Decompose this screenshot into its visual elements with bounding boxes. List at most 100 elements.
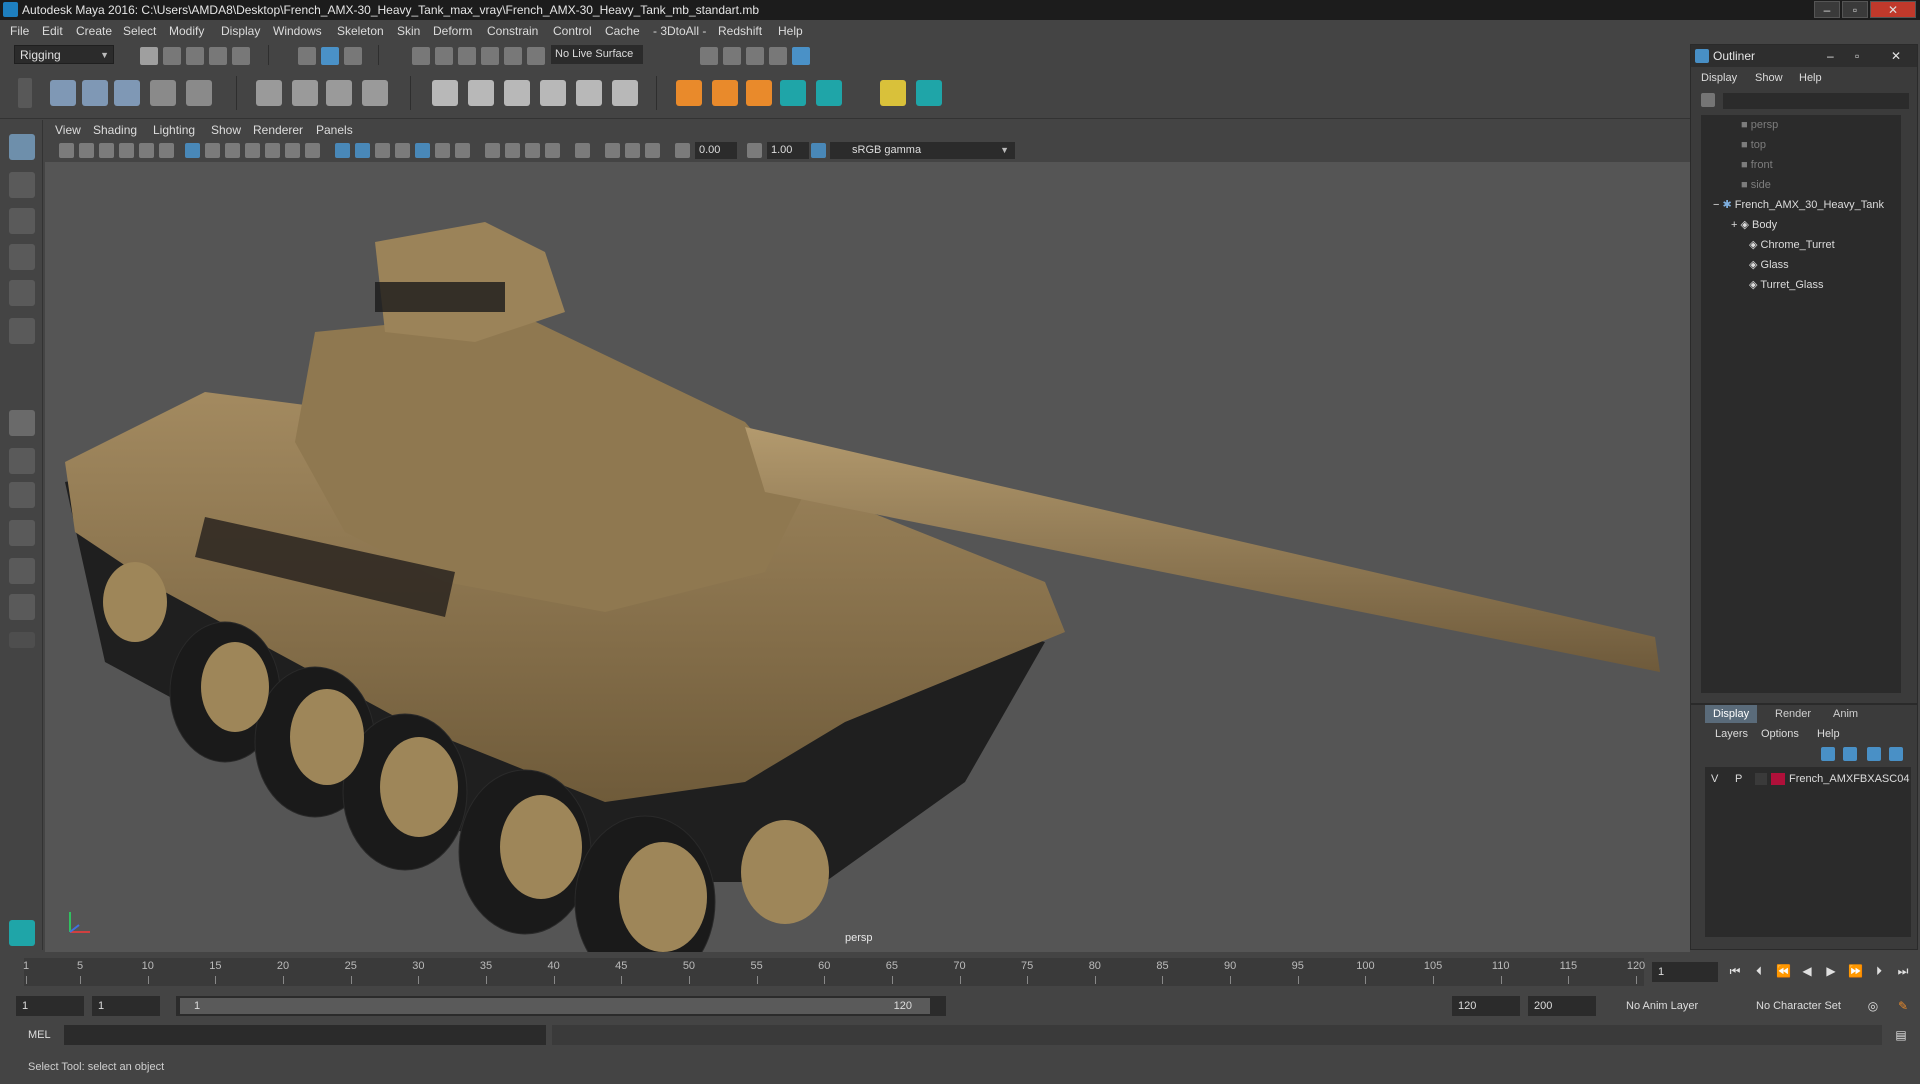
depth-of-field-icon[interactable] (545, 143, 560, 158)
save-scene-icon[interactable] (186, 47, 204, 65)
outliner-item-persp[interactable]: ■ persp (1741, 115, 1778, 135)
menu-3dtoall[interactable]: - 3DtoAll - (653, 20, 706, 42)
scale-constraint-icon[interactable] (540, 80, 566, 106)
menu-display[interactable]: Display (221, 20, 260, 42)
start-time-field[interactable]: 1 (16, 996, 84, 1016)
gamma-field[interactable]: 1.00 (767, 142, 809, 159)
close-button[interactable]: ✕ (1870, 1, 1916, 18)
textured-icon[interactable] (415, 143, 430, 158)
select-component-icon[interactable] (344, 47, 362, 65)
joint-tool-icon[interactable] (50, 80, 76, 106)
menu-set-dropdown[interactable]: Rigging ▼ (14, 45, 114, 64)
anim-layer-dropdown[interactable]: No Anim Layer (1620, 996, 1740, 1016)
layer-type-toggle[interactable] (1755, 773, 1767, 785)
insert-joint-icon[interactable] (150, 80, 176, 106)
refresh-icon[interactable] (1701, 93, 1715, 107)
layer-row[interactable]: V P French_AMXFBXASC04 (1709, 769, 1909, 789)
outliner-item-turret-glass[interactable]: ◈ Turret_Glass (1749, 275, 1824, 295)
lattice-icon[interactable] (326, 80, 352, 106)
hik-icon[interactable] (746, 80, 772, 106)
animation-preferences-icon[interactable]: ✎ (1896, 999, 1910, 1013)
outliner-item-front[interactable]: ■ front (1741, 155, 1773, 175)
resolution-gate-icon[interactable] (225, 143, 240, 158)
ik-fk-icon[interactable] (712, 80, 738, 106)
menu-control[interactable]: Control (553, 20, 592, 42)
outliner-filter-input[interactable] (1723, 93, 1909, 109)
tab-display[interactable]: Display (1705, 705, 1758, 723)
layer-menu-help[interactable]: Help (1817, 725, 1840, 743)
menu-windows[interactable]: Windows (273, 20, 322, 42)
outliner-item-chrome-turret[interactable]: ◈ Chrome_Turret (1749, 235, 1835, 255)
aim-constraint-icon[interactable] (468, 80, 494, 106)
rotate-tool-icon[interactable] (9, 280, 35, 306)
menu-modify[interactable]: Modify (169, 20, 204, 42)
outliner-close-button[interactable]: ✕ (1891, 45, 1901, 67)
bookmark-icon[interactable] (99, 143, 114, 158)
tab-render[interactable]: Render (1767, 705, 1819, 723)
go-to-end-icon[interactable]: ⏭ (1896, 964, 1910, 978)
outliner-item-glass[interactable]: ◈ Glass (1749, 255, 1789, 275)
layer-color-swatch[interactable] (1771, 773, 1785, 785)
menu-constrain[interactable]: Constrain (487, 20, 538, 42)
perspective-viewport[interactable]: persp (45, 162, 1690, 952)
panel-menu-panels[interactable]: Panels (316, 120, 353, 140)
outliner-item-side[interactable]: ■ side (1741, 175, 1771, 195)
menu-skin[interactable]: Skin (397, 20, 420, 42)
time-slider-track[interactable]: 1 5 10 15 20 25 30 35 40 45 50 55 60 65 70 75 80 85 90 95 10… (23, 958, 1645, 986)
gamma-icon[interactable] (747, 143, 762, 158)
menu-select[interactable]: Select (123, 20, 156, 42)
hypershade-icon[interactable] (792, 47, 810, 65)
hypershade-layout-icon[interactable] (9, 558, 35, 584)
minimize-button[interactable]: – (1814, 1, 1840, 18)
shadows-icon[interactable] (455, 143, 470, 158)
live-surface-field[interactable]: No Live Surface (551, 45, 643, 64)
render-frame-icon[interactable] (723, 47, 741, 65)
character-controls-icon[interactable] (816, 80, 842, 106)
outliner-item-body[interactable]: + ◈ Body (1731, 215, 1777, 235)
paint-weights-icon[interactable] (292, 80, 318, 106)
auto-key-icon[interactable]: ◎ (1866, 999, 1880, 1013)
image-plane-icon[interactable] (119, 143, 134, 158)
menu-file[interactable]: File (10, 20, 29, 42)
view-transform-dropdown[interactable]: sRGB gamma ▼ (830, 142, 1015, 159)
render-settings-icon[interactable] (700, 47, 718, 65)
current-frame-field[interactable]: 1 (1652, 962, 1718, 982)
locator-icon[interactable] (676, 80, 702, 106)
motion-blur-icon[interactable] (505, 143, 520, 158)
xray-icon[interactable] (605, 143, 620, 158)
playback-start-field[interactable]: 1 (92, 996, 160, 1016)
open-scene-icon[interactable] (163, 47, 181, 65)
layer-menu-layers[interactable]: Layers (1715, 725, 1748, 743)
uv-layout-icon[interactable] (9, 594, 35, 620)
safe-action-icon[interactable] (285, 143, 300, 158)
menu-create[interactable]: Create (76, 20, 112, 42)
menu-edit[interactable]: Edit (42, 20, 63, 42)
pole-vector-icon[interactable] (612, 80, 638, 106)
menu-cache[interactable]: Cache (605, 20, 640, 42)
layer-name[interactable]: French_AMXFBXASC04 (1789, 769, 1909, 789)
range-slider-bar[interactable]: 1 120 (180, 998, 930, 1014)
exposure-icon[interactable] (675, 143, 690, 158)
move-layer-up-icon[interactable] (1821, 747, 1835, 761)
menu-help[interactable]: Help (778, 20, 803, 42)
orient-constraint-icon[interactable] (504, 80, 530, 106)
cluster-icon[interactable] (362, 80, 388, 106)
undo-icon[interactable] (209, 47, 227, 65)
menu-redshift[interactable]: Redshift (718, 20, 762, 42)
shelf-menu-icon[interactable] (18, 78, 32, 108)
panel-menu-show[interactable]: Show (211, 120, 241, 140)
step-back-frame-icon[interactable]: ⏴ (1752, 964, 1766, 978)
xray-joints-icon[interactable] (645, 143, 660, 158)
redo-icon[interactable] (232, 47, 250, 65)
color-management-icon[interactable] (811, 143, 826, 158)
grease-pencil-icon[interactable] (159, 143, 174, 158)
maximize-button[interactable]: ▫ (1842, 1, 1868, 18)
outliner-minimize-button[interactable]: – (1827, 45, 1834, 67)
make-live-icon[interactable] (504, 47, 522, 65)
snap-surface-icon[interactable] (527, 47, 545, 65)
persp-outliner-layout-icon[interactable] (9, 482, 35, 508)
snap-curve-icon[interactable] (435, 47, 453, 65)
paint-select-tool-icon[interactable] (9, 208, 35, 234)
tank-model-render[interactable] (45, 162, 1690, 952)
character-set-dropdown[interactable]: No Character Set (1750, 996, 1866, 1016)
